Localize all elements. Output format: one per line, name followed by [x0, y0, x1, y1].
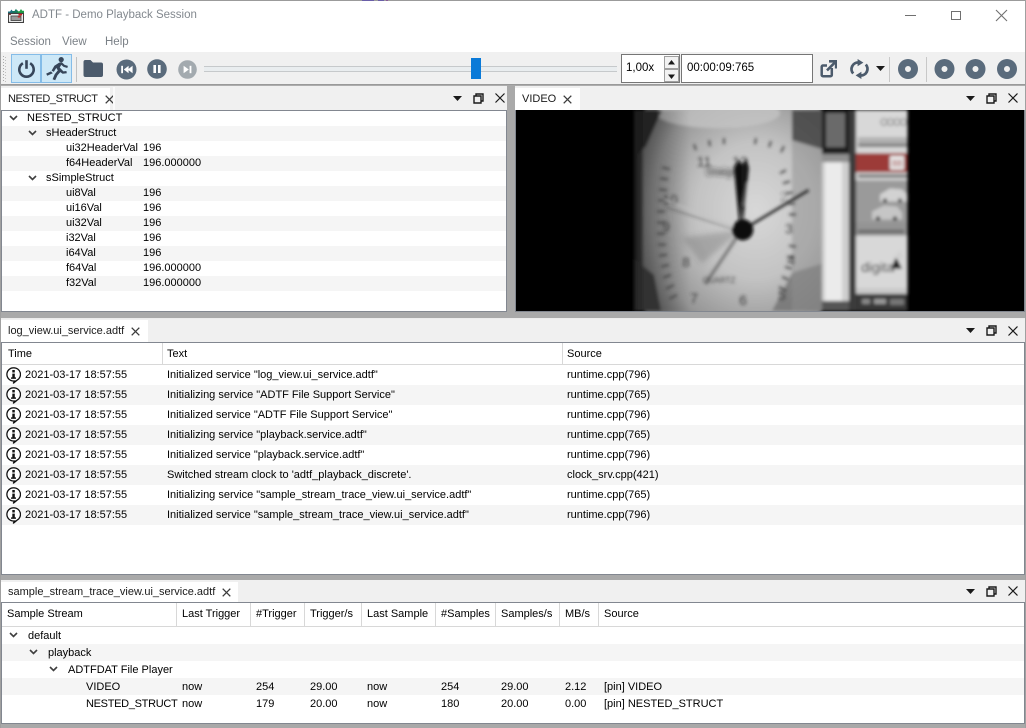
svg-text:8: 8 — [682, 254, 690, 270]
svg-text:9: 9 — [662, 219, 670, 235]
svg-text:88: 88 — [892, 158, 902, 168]
svg-text:3: 3 — [785, 221, 793, 237]
svg-text:6: 6 — [739, 292, 747, 308]
svg-text:4: 4 — [787, 252, 795, 268]
svg-text:digita: digita — [861, 259, 895, 275]
svg-text:7: 7 — [690, 290, 698, 306]
